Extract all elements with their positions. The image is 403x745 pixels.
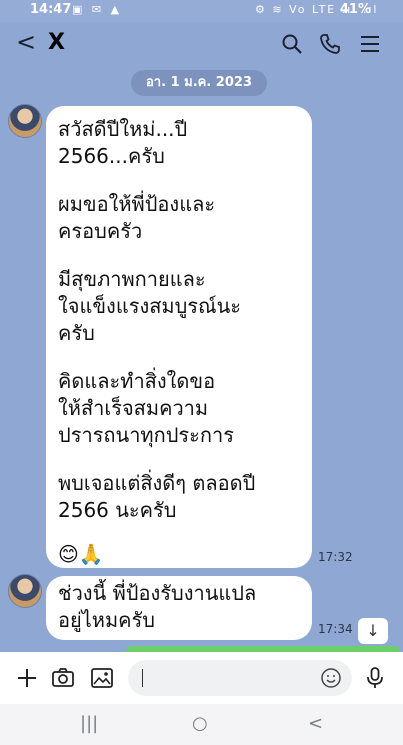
search-icon[interactable] xyxy=(280,32,304,56)
sender-avatar[interactable] xyxy=(8,104,42,138)
emoji-smile-pray-icon: 😊🙏 xyxy=(58,542,104,566)
image-icon[interactable] xyxy=(89,665,115,691)
phone-icon[interactable] xyxy=(318,32,342,56)
notification-icons: ▣ ✉ ▲ xyxy=(72,3,123,16)
message-line: ผมขอให้พี่ป้องและ ครอบครัว xyxy=(58,192,216,243)
plus-icon[interactable] xyxy=(14,665,40,691)
message-line: ช่วงนี้ พี่ป้องรับงานแปล อยู่ไหมครับ xyxy=(58,581,257,632)
message-line: มีสุขภาพกายและ ใจแข็งแรงสมบูรณ์นะ ครับ xyxy=(58,267,242,345)
message-bubble[interactable]: สวัสดีปีใหม่...ปี 2566...ครับ ผมขอให้พี่… xyxy=(46,106,312,568)
chat-header: < X xyxy=(0,22,403,66)
scroll-down-button[interactable]: ↓ xyxy=(358,618,388,644)
message-timestamp: 17:34 xyxy=(318,622,353,636)
back-nav-icon[interactable]: < xyxy=(308,713,323,734)
date-separator: อา. 1 ม.ค. 2023 xyxy=(131,70,267,96)
message-line: พบเจอแต่สิ่งดีๆ ตลอดปี 2566 นะครับ xyxy=(58,471,256,522)
message-input[interactable] xyxy=(142,667,306,691)
system-nav-bar: ||| ○ < xyxy=(0,704,403,745)
battery-level: 41% xyxy=(339,2,371,17)
home-icon[interactable]: ○ xyxy=(192,713,208,734)
emoji-icon[interactable] xyxy=(320,667,342,689)
camera-icon[interactable] xyxy=(50,665,76,691)
recents-icon[interactable]: ||| xyxy=(80,713,98,734)
message-line: สวัสดีปีใหม่...ปี 2566...ครับ xyxy=(58,117,188,168)
sender-avatar[interactable] xyxy=(8,574,42,608)
menu-icon[interactable] xyxy=(358,32,382,56)
message-line: คิดและทำสิ่งใดขอ ให้สำเร็จสมความ ปรารถนา… xyxy=(58,369,234,447)
message-bubble[interactable]: ช่วงนี้ พี่ป้องรับงานแปล อยู่ไหมครับ xyxy=(46,576,312,640)
chat-title: X xyxy=(48,30,65,55)
message-timestamp: 17:32 xyxy=(318,550,353,564)
status-time: 14:47 xyxy=(30,2,72,17)
microphone-icon[interactable] xyxy=(362,665,388,691)
message-input-box[interactable] xyxy=(128,660,352,696)
status-bar: 14:47 ▣ ✉ ▲ ⚙ ≋ Vo LTE .ıl .ıl 41% xyxy=(0,0,403,22)
back-chevron-icon[interactable]: < xyxy=(16,28,36,56)
input-bar xyxy=(0,652,403,704)
